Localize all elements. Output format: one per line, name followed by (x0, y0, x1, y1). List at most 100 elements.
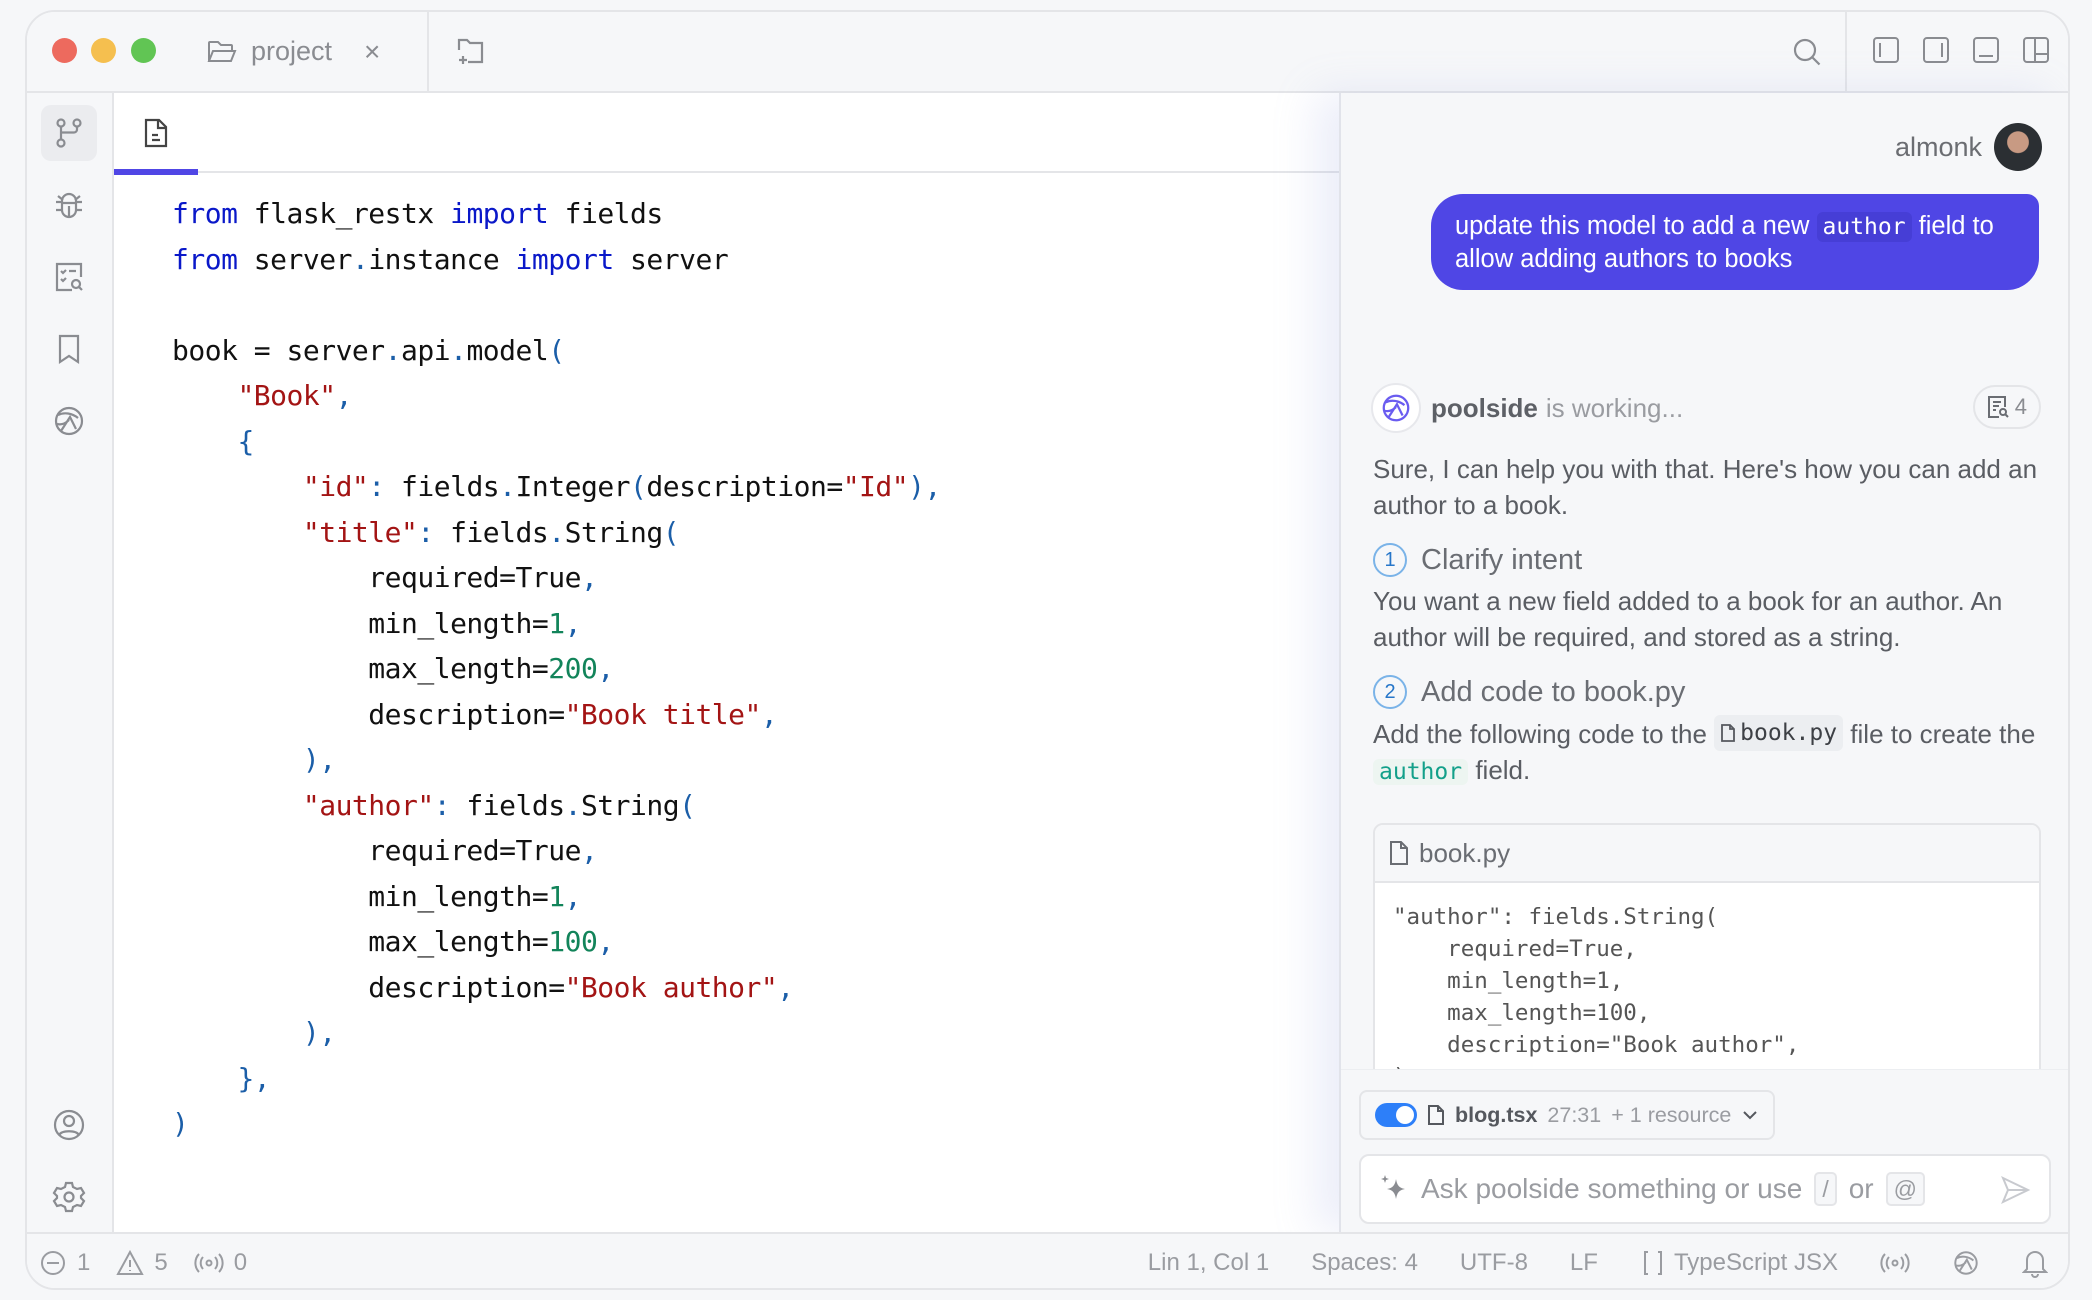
context-toggle[interactable] (1375, 1103, 1417, 1127)
broadcast-icon (194, 1253, 224, 1273)
step-title: Add code to book.py (1421, 676, 1686, 708)
code-line-added[interactable]: description="Book author", (171, 964, 1411, 1011)
editor-tab-book-py[interactable] (114, 93, 198, 175)
app-window: project × from flask_restx import fields… (25, 10, 2070, 1290)
sidebar-item-search-tasks[interactable] (41, 249, 97, 305)
code-token: { (237, 424, 254, 458)
encoding-setting[interactable]: UTF-8 (1460, 1249, 1528, 1277)
code-line[interactable]: ) (172, 1101, 941, 1147)
close-window-button[interactable] (52, 38, 77, 63)
file-reference-link[interactable]: book.py (1714, 715, 1844, 751)
language-mode[interactable]: TypeScript JSX (1640, 1249, 1838, 1277)
code-line[interactable]: max_length=200, (172, 646, 941, 692)
toggle-bottom-panel-icon[interactable] (1972, 36, 2000, 64)
sidebar-item-debug[interactable] (41, 177, 97, 233)
context-extra: + 1 resource (1611, 1102, 1732, 1127)
poolside-logo-icon (1371, 383, 1421, 433)
file-name: book.py (1740, 720, 1838, 746)
project-tab[interactable]: project × (207, 12, 380, 91)
bookmark-icon (58, 334, 80, 365)
code-line[interactable]: ), (172, 737, 941, 783)
code-line-added[interactable]: ), (171, 1010, 1411, 1056)
context-file: blog.tsx (1455, 1102, 1538, 1127)
file-icon (1390, 841, 1408, 865)
close-tab-icon[interactable]: × (364, 36, 380, 68)
code-content[interactable]: from flask_restx import fields from serve… (171, 191, 1411, 1147)
code-token: , (564, 879, 582, 913)
code-token: required=True (172, 561, 581, 594)
code-token: fields (548, 197, 664, 230)
line-ending-setting[interactable]: LF (1570, 1249, 1598, 1277)
notifications-button[interactable] (2022, 1248, 2048, 1278)
code-token: import (515, 242, 615, 276)
code-token: import (450, 197, 549, 230)
indentation-setting[interactable]: Spaces: 4 (1311, 1249, 1418, 1277)
search-icon[interactable] (1789, 34, 1825, 70)
code-line-added[interactable]: min_length=1, (171, 873, 1411, 920)
broadcast-count: 0 (233, 1249, 248, 1276)
code-token: , (777, 970, 794, 1004)
code-token: ( (630, 470, 647, 503)
code-token: description= (646, 470, 843, 503)
errors-indicator[interactable]: 1 (39, 1249, 90, 1277)
code-line[interactable]: min_length=1, (172, 601, 941, 647)
code-token: , (564, 606, 582, 640)
code-token: max_length= (172, 652, 549, 685)
step-2-header: 2 Add code to book.py (1373, 669, 2053, 715)
code-token: server (237, 242, 353, 276)
inline-code: author (1373, 759, 1469, 785)
toggle-left-panel-icon[interactable] (1872, 36, 1900, 64)
poolside-status-button[interactable] (1952, 1249, 1980, 1277)
code-line[interactable]: { (172, 419, 941, 465)
sidebar-item-settings[interactable] (41, 1169, 97, 1225)
code-token: "Book author" (564, 970, 778, 1004)
code-line[interactable]: required=True, (172, 555, 941, 601)
new-folder-icon[interactable] (455, 34, 491, 70)
sidebar-item-account[interactable] (41, 1097, 97, 1153)
sidebar-item-bookmarks[interactable] (41, 321, 97, 377)
toggle-right-panel-icon[interactable] (1922, 36, 1950, 64)
code-token: "Book" (237, 379, 336, 412)
code-line-added[interactable]: "author": fields.String( (171, 782, 1411, 829)
chat-input[interactable]: Ask poolside something or use / or @ (1359, 1154, 2051, 1224)
assistant-chat-panel: almonk update this model to add a new au… (1339, 93, 2068, 1232)
resources-badge[interactable]: 4 (1972, 385, 2041, 429)
context-selector[interactable]: blog.tsx 27:31 + 1 resource (1359, 1090, 1776, 1140)
code-line[interactable]: "id": fields.Integer(description="Id"), (172, 464, 941, 510)
code-line[interactable] (172, 282, 941, 328)
code-token: "title" (302, 515, 418, 549)
code-line[interactable]: "title": fields.String( (172, 510, 941, 556)
code-editor: from flask_restx import fields from serve… (114, 93, 1411, 1232)
warnings-indicator[interactable]: 5 (116, 1249, 168, 1277)
cursor-position[interactable]: Lin 1, Col 1 (1148, 1249, 1269, 1277)
code-token: . (548, 515, 565, 549)
code-token: , (597, 652, 614, 685)
code-line[interactable]: description="Book title", (172, 692, 941, 738)
code-line-added[interactable]: required=True, (171, 828, 1411, 874)
code-line[interactable]: book = server.api.model( (172, 328, 941, 374)
code-block-filename: book.py (1419, 837, 1511, 868)
code-token: "author" (302, 788, 434, 822)
code-token: 1 (548, 606, 565, 640)
code-line[interactable]: }, (172, 1056, 941, 1102)
code-token: description= (172, 697, 565, 731)
broadcast-indicator[interactable]: 0 (194, 1249, 247, 1277)
sidebar-item-poolside[interactable] (41, 393, 97, 449)
code-line[interactable]: from server.instance import server (172, 237, 941, 283)
code-line[interactable]: from flask_restx import fields (172, 191, 941, 237)
sidebar-item-source-control[interactable] (41, 105, 97, 161)
code-line[interactable]: "Book", (172, 373, 941, 419)
maximize-window-button[interactable] (131, 38, 156, 63)
code-token: from (172, 197, 238, 230)
live-share-button[interactable] (1880, 1251, 1910, 1275)
send-icon[interactable] (1999, 1174, 2031, 1206)
slash-command-key: / (1814, 1172, 1837, 1206)
code-token: 200 (548, 652, 598, 685)
inline-code: author (1816, 212, 1912, 242)
step-title: Clarify intent (1421, 544, 1583, 576)
code-line-added[interactable]: max_length=100, (171, 919, 1411, 965)
layout-grid-icon[interactable] (2022, 36, 2050, 64)
minimize-window-button[interactable] (91, 38, 116, 63)
